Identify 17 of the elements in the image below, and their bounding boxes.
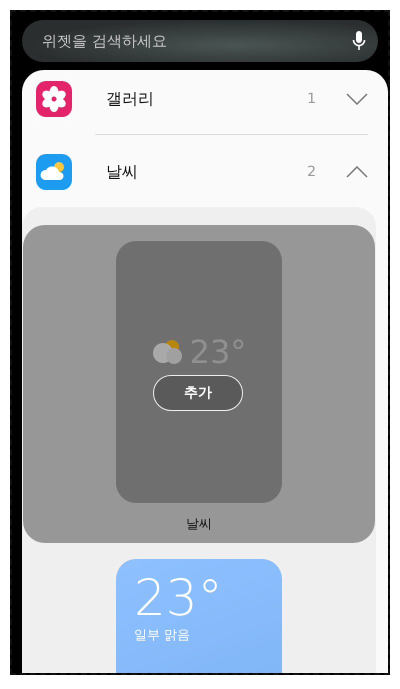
app-name: 날씨 [106,162,139,182]
search-field[interactable]: 위젯을 검색하세요 [40,31,352,51]
widget-count: 2 [307,164,316,180]
widget-count: 1 [307,91,316,107]
widget-name: 날씨 [186,516,212,533]
chevron-up-icon[interactable] [346,166,368,178]
weather-condition: 일부 맑음 [134,627,192,644]
add-button[interactable]: 추가 [153,375,243,411]
chevron-down-icon[interactable] [346,93,368,105]
app-name: 갤러리 [106,88,155,110]
microphone-icon[interactable] [352,31,366,51]
app-row[interactable]: 갤러리 1 [22,70,378,128]
search-bar[interactable]: 위젯을 검색하세요 [22,20,378,62]
cloud-sun-icon [36,154,72,190]
flower-icon [36,81,72,117]
temperature: 23° [134,571,224,626]
app-row[interactable]: 날씨 2 [22,143,378,201]
